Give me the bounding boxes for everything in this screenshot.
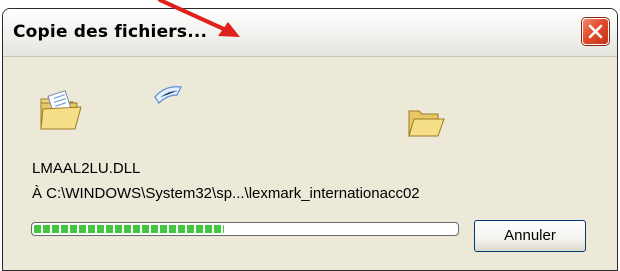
red-arrow-annotation-icon bbox=[158, 0, 240, 37]
